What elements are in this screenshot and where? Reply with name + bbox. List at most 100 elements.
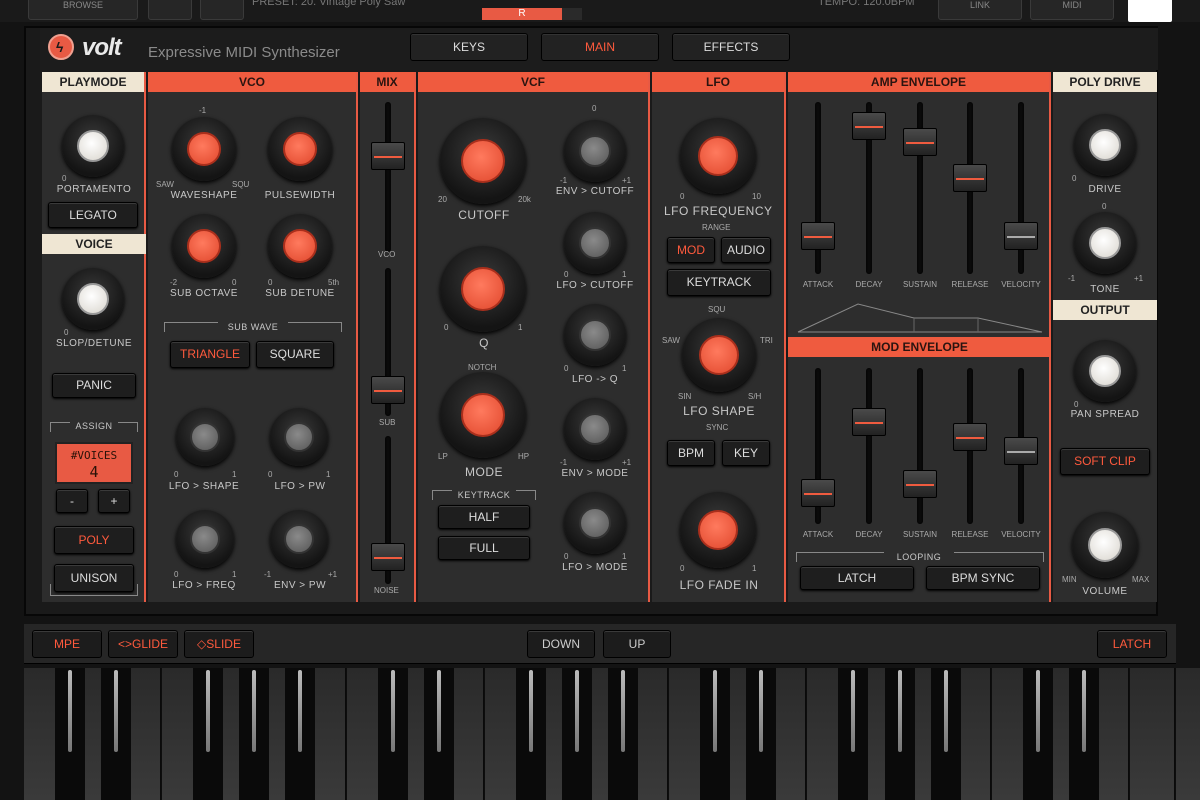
black-key[interactable] [561,668,592,800]
env-cutoff-knob[interactable] [564,120,626,182]
black-key[interactable] [838,668,869,800]
env-mode-knob[interactable] [564,398,626,460]
env-cutoff-label: ENV > CUTOFF [555,186,635,197]
black-key[interactable] [193,668,224,800]
octave-up-button[interactable]: UP [603,630,671,658]
black-key[interactable] [285,668,316,800]
black-key[interactable] [884,668,915,800]
mod-release-slider[interactable] [953,423,987,452]
voices-minus-button[interactable]: - [56,489,88,513]
amp-sustain-label: SUSTAIN [902,280,938,289]
black-key[interactable] [101,668,132,800]
tab-main[interactable]: MAIN [541,33,659,61]
sub-level-label: SUB [379,418,396,427]
bpm-sync-button[interactable]: BPM SYNC [926,566,1040,590]
black-key[interactable] [930,668,961,800]
piano-keyboard[interactable] [24,668,1200,800]
black-key[interactable] [608,668,639,800]
lfo-freq-knob[interactable] [176,510,234,568]
black-key[interactable] [746,668,777,800]
voices-display[interactable]: #VOICES 4 [55,442,133,484]
volume-label: VOLUME [1082,586,1128,597]
panic-button[interactable]: PANIC [52,373,136,398]
keytrack-full-button[interactable]: FULL [438,536,530,560]
black-key[interactable] [1068,668,1099,800]
legato-button[interactable]: LEGATO [48,202,138,228]
black-key[interactable] [377,668,408,800]
lfo-pw-knob[interactable] [270,408,328,466]
keytrack-half-button[interactable]: HALF [438,505,530,529]
sync-key-button[interactable]: KEY [722,440,770,466]
prev-preset-button[interactable] [148,0,192,20]
vco-level-slider[interactable] [371,142,405,170]
lfo-fade-in-knob[interactable] [680,492,756,568]
black-key[interactable] [700,668,731,800]
looping-label: LOOPING [884,552,954,562]
keyboard-view-icon[interactable] [1128,0,1172,22]
white-key[interactable] [1129,668,1175,800]
cutoff-knob[interactable] [440,118,526,204]
slop-min: 0 [64,328,69,337]
lfo-q-knob[interactable] [564,304,626,366]
env-pw-knob[interactable] [270,510,328,568]
lfo-shape-knob[interactable] [682,318,756,392]
keyboard-latch-button[interactable]: LATCH [1097,630,1167,658]
mpe-button[interactable]: MPE [32,630,102,658]
portamento-knob[interactable] [62,115,124,177]
range-mod-button[interactable]: MOD [667,237,715,263]
square-button[interactable]: SQUARE [256,341,334,368]
lfo-mode-knob[interactable] [564,492,626,554]
link-button[interactable]: LINK [938,0,1022,20]
black-key[interactable] [515,668,546,800]
mod-decay-slider[interactable] [852,407,886,436]
drive-knob[interactable] [1074,114,1136,176]
waveshape-knob[interactable] [172,117,236,181]
poly-button[interactable]: POLY [54,526,134,554]
pan-spread-knob[interactable] [1074,340,1136,402]
amp-decay-slider[interactable] [852,112,886,141]
slop-detune-knob[interactable] [62,268,124,330]
next-preset-button[interactable] [200,0,244,20]
amp-release-slider[interactable] [953,163,987,192]
amp-sustain-slider[interactable] [903,127,937,156]
black-key[interactable] [423,668,454,800]
lfo-shape-knob[interactable] [176,408,234,466]
sub-octave-knob[interactable] [172,214,236,278]
mod-velocity-slider[interactable] [1004,437,1038,466]
black-key[interactable] [55,668,86,800]
portamento-min: 0 [62,174,67,183]
volume-knob[interactable] [1072,512,1138,578]
lfo-frequency-knob[interactable] [680,118,756,194]
black-key[interactable] [1022,668,1053,800]
noise-level-slider[interactable] [371,543,405,571]
white-key[interactable] [1176,668,1200,800]
midi-button[interactable]: MIDI [1030,0,1114,20]
black-key[interactable] [239,668,270,800]
pulsewidth-knob[interactable] [268,117,332,181]
amp-attack-slider[interactable] [801,221,835,250]
octave-down-button[interactable]: DOWN [527,630,595,658]
tab-keys[interactable]: KEYS [410,33,528,61]
latch-button[interactable]: LATCH [800,566,914,590]
glide-button[interactable]: <>GLIDE [108,630,178,658]
triangle-button[interactable]: TRIANGLE [170,341,250,368]
mod-sustain-slider[interactable] [903,470,937,499]
tone-knob[interactable] [1074,212,1136,274]
voices-plus-button[interactable]: + [98,489,130,513]
amp-velocity-slider[interactable] [1004,221,1038,250]
browse-button[interactable]: BROWSE [28,0,138,20]
sync-bpm-button[interactable]: BPM [667,440,715,466]
sub-level-slider[interactable] [371,376,405,404]
lfo-keytrack-button[interactable]: KEYTRACK [667,269,771,296]
tab-effects[interactable]: EFFECTS [672,33,790,61]
range-audio-button[interactable]: AUDIO [721,237,771,263]
slide-button[interactable]: ◇SLIDE [184,630,254,658]
mode-knob[interactable] [440,372,526,458]
tempo-display[interactable]: TEMPO: 120.0BPM [818,0,915,8]
mod-attack-slider[interactable] [801,479,835,508]
soft-clip-button[interactable]: SOFT CLIP [1060,448,1150,475]
q-knob[interactable] [440,246,526,332]
pulsewidth-label: PULSEWIDTH [264,190,336,201]
lfo-cutoff-knob[interactable] [564,212,626,274]
sub-detune-knob[interactable] [268,214,332,278]
